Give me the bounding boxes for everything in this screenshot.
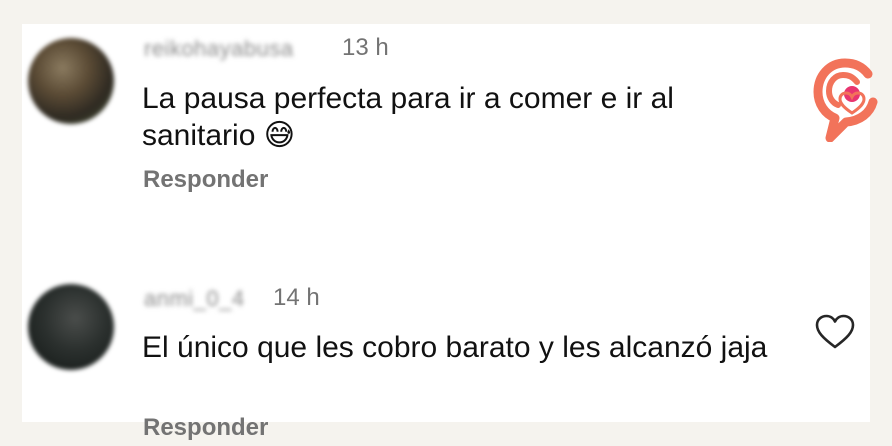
- comment-timestamp: 13 h: [342, 34, 389, 61]
- comment-username[interactable]: reikohayabusa: [144, 36, 294, 62]
- comment-username[interactable]: anmi_0_4: [144, 286, 245, 312]
- heart-icon[interactable]: [815, 314, 855, 350]
- comment-text: La pausa perfecta para ir a comer e ir a…: [142, 82, 674, 152]
- comment-text: El único que les cobro barato y les alca…: [142, 331, 768, 364]
- reply-button[interactable]: Responder: [143, 414, 268, 442]
- user-avatar[interactable]: [28, 284, 114, 370]
- comments-panel: reikohayabusa 13 h La pausa perfecta par…: [22, 24, 878, 441]
- comment-timestamp: 14 h: [273, 284, 320, 311]
- user-avatar[interactable]: [28, 38, 114, 124]
- reply-button[interactable]: Responder: [143, 166, 268, 194]
- brand-logo-icon: [813, 58, 878, 142]
